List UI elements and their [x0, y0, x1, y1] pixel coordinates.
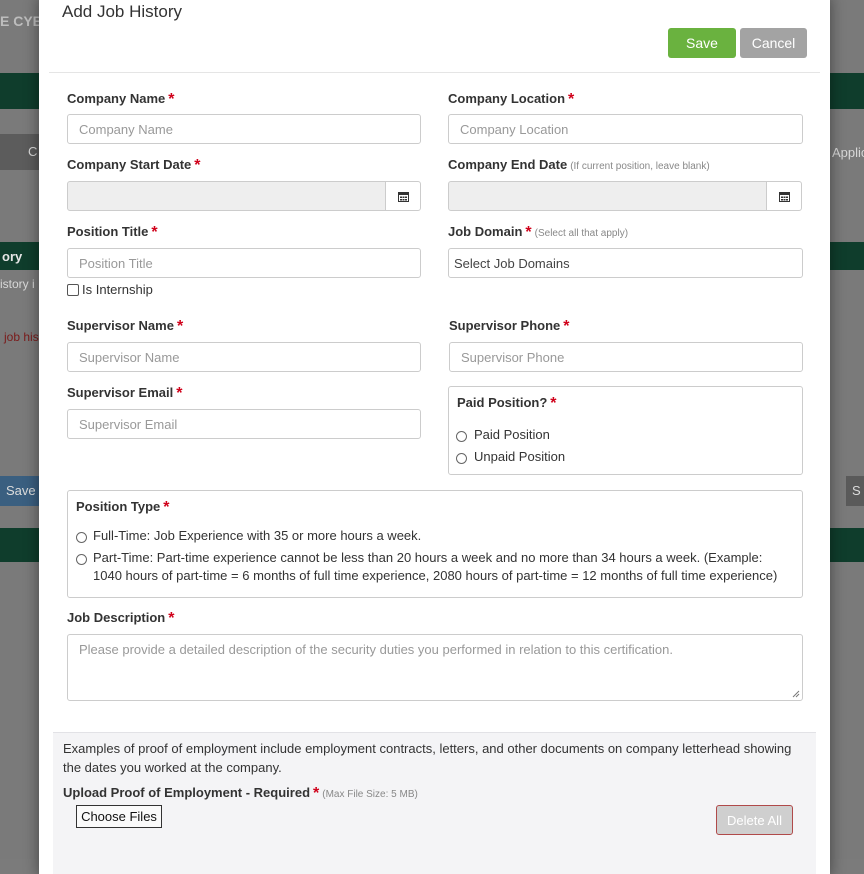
required-marker: * [168, 91, 175, 108]
job-description-label: Job Description * [67, 610, 174, 628]
supervisor-name-label: Supervisor Name * [67, 318, 183, 336]
company-name-input[interactable] [67, 114, 421, 144]
is-internship-label: Is Internship [82, 282, 153, 297]
job-domain-select[interactable]: Select Job Domains [448, 248, 803, 278]
delete-all-button[interactable]: Delete All [716, 805, 793, 835]
full-time-option-label: Full-Time: Job Experience with 35 or mor… [93, 528, 422, 543]
job-domain-hint: (Select all that apply) [534, 228, 629, 239]
job-domain-placeholder: Select Job Domains [454, 256, 570, 271]
position-type-label-text: Position Type [76, 499, 161, 514]
supervisor-name-label-text: Supervisor Name [67, 318, 174, 333]
upload-hint: (Max File Size: 5 MB) [322, 789, 418, 800]
supervisor-email-label: Supervisor Email * [67, 385, 182, 403]
required-marker: * [176, 385, 183, 402]
company-location-input[interactable] [448, 114, 803, 144]
upload-panel: Examples of proof of employment include … [53, 732, 816, 874]
required-marker: * [194, 157, 201, 174]
bg-right-button: S [846, 476, 864, 506]
end-date-hint: (If current position, leave blank) [570, 161, 710, 172]
company-location-label-text: Company Location [448, 91, 566, 106]
upload-label-text: Upload Proof of Employment - Required [63, 785, 311, 800]
supervisor-phone-input[interactable] [449, 342, 803, 372]
full-time-radio[interactable] [76, 532, 87, 543]
job-domain-label: Job Domain * (Select all that apply) [448, 224, 628, 242]
job-domain-label-text: Job Domain [448, 224, 523, 239]
end-date-label: Company End Date (If current position, le… [448, 157, 710, 172]
bg-save-label: Save [6, 483, 36, 498]
paid-position-group: Paid Position? * Paid Position Unpaid Pos… [448, 386, 803, 475]
supervisor-phone-label: Supervisor Phone * [449, 318, 569, 336]
company-name-label: Company Name * [67, 91, 174, 109]
history-fragment: istory i [0, 277, 35, 291]
section-fragment: ory [2, 249, 23, 264]
position-title-label-text: Position Title [67, 224, 149, 239]
bg-save-button: Save [0, 476, 40, 506]
end-date-label-text: Company End Date [448, 157, 568, 172]
position-title-input[interactable] [67, 248, 421, 278]
applic-fragment: Applic [832, 145, 864, 160]
calendar-icon [397, 191, 409, 202]
cancel-button[interactable]: Cancel [740, 28, 807, 58]
header-divider [49, 72, 820, 73]
job-description-label-text: Job Description [67, 610, 166, 625]
supervisor-email-input[interactable] [67, 409, 421, 439]
brand-fragment: E CYB [0, 13, 43, 29]
part-time-radio[interactable] [76, 554, 87, 565]
add-job-history-modal: Add Job History Save Cancel Company Name… [39, 0, 830, 874]
start-date-label-text: Company Start Date [67, 157, 192, 172]
start-date-calendar-button[interactable] [385, 181, 421, 211]
required-marker: * [550, 395, 557, 412]
position-title-label: Position Title * [67, 224, 158, 242]
position-type-label: Position Type * [76, 499, 170, 517]
company-name-label-text: Company Name [67, 91, 166, 106]
is-internship-checkbox[interactable] [67, 284, 79, 296]
job-description-textarea[interactable] [67, 634, 803, 701]
bg-right-label: S [852, 483, 861, 498]
unpaid-position-radio[interactable] [456, 453, 467, 464]
required-marker: * [176, 318, 184, 335]
required-marker: * [313, 785, 320, 802]
save-button[interactable]: Save [668, 28, 736, 58]
required-marker: * [151, 224, 158, 241]
start-date-label: Company Start Date * [67, 157, 200, 175]
part-time-option-label: Part-Time: Part-time experience cannot b… [93, 550, 778, 583]
choose-files-button[interactable]: Choose Files [76, 805, 162, 828]
unpaid-position-option-label: Unpaid Position [474, 449, 566, 464]
upload-label: Upload Proof of Employment - Required * (M… [63, 785, 418, 803]
supervisor-email-label-text: Supervisor Email [67, 385, 174, 400]
paid-position-label-text: Paid Position? [457, 395, 548, 410]
required-marker: * [163, 499, 170, 516]
supervisor-name-input[interactable] [67, 342, 421, 372]
upload-info-text: Examples of proof of employment include … [63, 741, 792, 775]
supervisor-phone-label-text: Supervisor Phone [449, 318, 561, 333]
job-fragment: job his [4, 330, 39, 344]
end-date-calendar-button[interactable] [766, 181, 802, 211]
calendar-icon [778, 191, 790, 202]
start-date-input[interactable] [67, 181, 386, 211]
position-type-group: Position Type * Full-Time: Job Experience… [67, 490, 803, 598]
modal-title: Add Job History [62, 2, 182, 21]
required-marker: * [568, 91, 575, 108]
paid-position-radio[interactable] [456, 431, 467, 442]
paid-position-label: Paid Position? * [457, 395, 557, 413]
required-marker: * [525, 224, 532, 241]
required-marker: * [168, 610, 175, 627]
company-location-label: Company Location * [448, 91, 574, 109]
end-date-input[interactable] [448, 181, 767, 211]
resize-grip-icon[interactable] [792, 690, 800, 698]
breadcrumb-fragment: C [28, 144, 38, 159]
required-marker: * [563, 318, 570, 335]
paid-position-option-label: Paid Position [474, 427, 550, 442]
